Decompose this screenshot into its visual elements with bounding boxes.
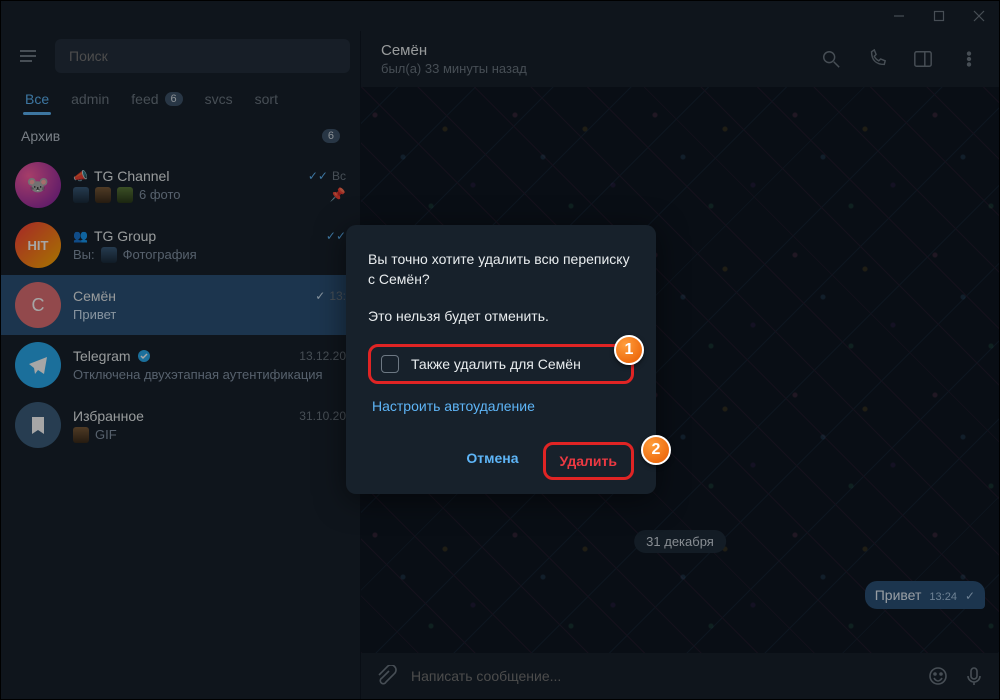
autodelete-link[interactable]: Настроить автоудаление [368,398,634,414]
app-window: Все admin feed6 svcs sort Архив 6 🐭 📣TG … [0,0,1000,700]
delete-chat-dialog: Вы точно хотите удалить всю переписку с … [346,225,656,494]
delete-button[interactable]: Удалить [543,442,634,480]
dialog-warning: Это нельзя будет отменить. [368,308,634,324]
annotation-callout-1: 1 [614,335,644,365]
also-delete-checkbox-row[interactable]: Также удалить для Семён [368,344,634,384]
dialog-text: Вы точно хотите удалить всю переписку с … [368,249,634,290]
annotation-callout-2: 2 [641,435,671,465]
cancel-button[interactable]: Отмена [452,442,532,480]
checkbox[interactable] [381,355,399,373]
dialog-buttons: Отмена Удалить [368,442,634,480]
checkbox-label: Также удалить для Семён [411,356,581,372]
